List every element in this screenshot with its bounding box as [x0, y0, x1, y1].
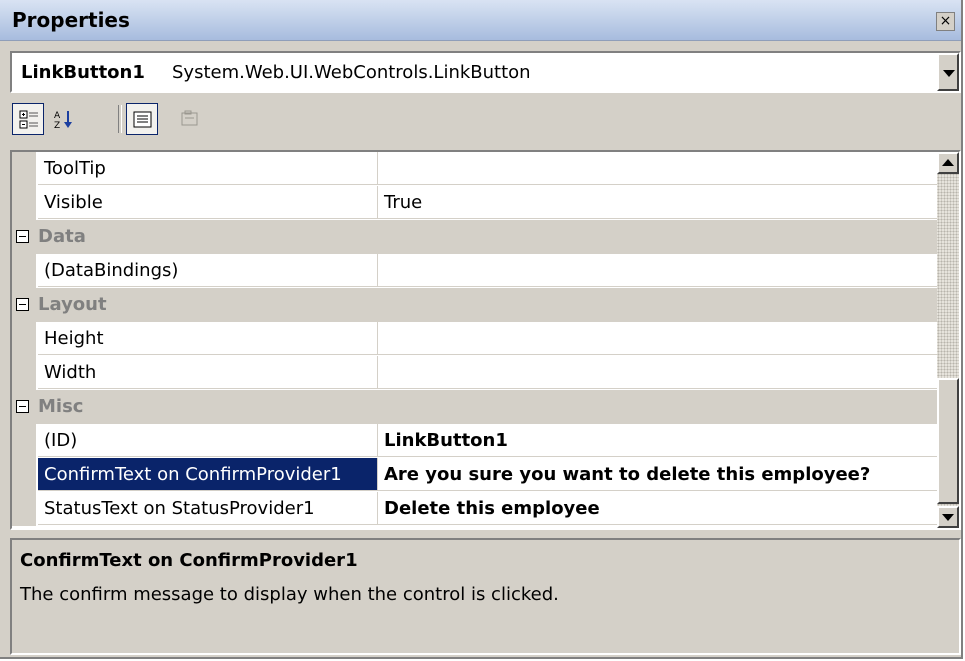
property-value[interactable]: LinkButton1: [378, 424, 938, 457]
categorized-icon: [19, 110, 38, 129]
close-button[interactable]: ×: [936, 12, 955, 31]
category-name: Layout: [38, 294, 107, 315]
categorized-button[interactable]: [12, 103, 44, 135]
category-layout[interactable]: Layout: [12, 288, 938, 322]
description-pane: ConfirmText on ConfirmProvider1 The conf…: [10, 538, 961, 655]
title-bar[interactable]: Properties ×: [0, 0, 961, 41]
properties-button[interactable]: [126, 103, 158, 135]
svg-text:A: A: [54, 111, 61, 121]
property-name: Width: [38, 356, 378, 389]
vertical-scrollbar[interactable]: [937, 152, 959, 528]
properties-icon: [133, 111, 152, 128]
category-name: Misc: [38, 396, 84, 417]
property-pages-button[interactable]: [174, 103, 206, 135]
property-value[interactable]: True: [378, 186, 938, 219]
collapse-icon[interactable]: [16, 400, 29, 413]
window-title: Properties: [12, 8, 130, 32]
scroll-thumb[interactable]: [937, 378, 959, 504]
object-selector-dropdown-button[interactable]: [937, 53, 959, 91]
alphabetical-button[interactable]: A Z: [48, 103, 80, 135]
property-row-tooltip[interactable]: ToolTip: [12, 152, 938, 186]
property-row-statustext[interactable]: StatusText on StatusProvider1 Delete thi…: [12, 492, 938, 526]
property-name: Height: [38, 322, 378, 355]
property-value[interactable]: Are you sure you want to delete this emp…: [378, 458, 938, 491]
property-row-id[interactable]: (ID) LinkButton1: [12, 424, 938, 458]
category-data[interactable]: Data: [12, 220, 938, 254]
property-row-visible[interactable]: Visible True: [12, 186, 938, 220]
object-type: System.Web.UI.WebControls.LinkButton: [172, 62, 531, 83]
property-name: ToolTip: [38, 152, 378, 185]
property-name: ConfirmText on ConfirmProvider1: [38, 458, 378, 491]
category-misc[interactable]: Misc: [12, 390, 938, 424]
description-title: ConfirmText on ConfirmProvider1: [20, 550, 358, 571]
object-name: LinkButton1: [21, 62, 145, 83]
category-name: Data: [38, 226, 86, 247]
property-pages-icon: [181, 110, 198, 126]
properties-window: Properties × LinkButton1 System.Web.UI.W…: [0, 0, 963, 659]
toolbar: A Z: [10, 99, 210, 143]
svg-text:Z: Z: [54, 121, 60, 129]
property-value[interactable]: [378, 152, 938, 185]
scroll-up-button[interactable]: [937, 152, 959, 174]
property-name: Visible: [38, 186, 378, 219]
object-selector[interactable]: LinkButton1 System.Web.UI.WebControls.Li…: [10, 51, 961, 93]
toolbar-separator: [118, 105, 122, 133]
property-row-width[interactable]: Width: [12, 356, 938, 390]
alphabetical-icon: A Z: [54, 111, 72, 129]
property-name: StatusText on StatusProvider1: [38, 492, 378, 525]
property-row-databindings[interactable]: (DataBindings): [12, 254, 938, 288]
property-value[interactable]: [378, 356, 938, 389]
property-grid: ToolTip Visible True Data (DataBindings)…: [10, 150, 961, 530]
property-value[interactable]: [378, 322, 938, 355]
scroll-down-button[interactable]: [937, 506, 959, 528]
property-value[interactable]: Delete this employee: [378, 492, 938, 525]
property-row-confirmtext[interactable]: ConfirmText on ConfirmProvider1 Are you …: [12, 458, 938, 492]
collapse-icon[interactable]: [16, 298, 29, 311]
property-name: (ID): [38, 424, 378, 457]
property-name: (DataBindings): [38, 254, 378, 287]
property-row-height[interactable]: Height: [12, 322, 938, 356]
collapse-icon[interactable]: [16, 230, 29, 243]
property-value[interactable]: [378, 254, 938, 287]
description-text: The confirm message to display when the …: [20, 584, 559, 605]
